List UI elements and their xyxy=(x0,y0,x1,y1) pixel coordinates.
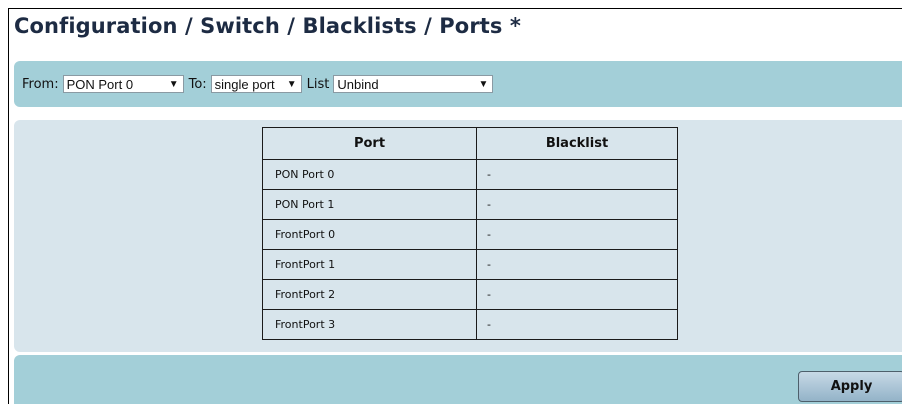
port-cell: FrontPort 2 xyxy=(262,279,477,310)
blacklist-cell: - xyxy=(476,189,678,220)
apply-button[interactable]: Apply xyxy=(798,371,902,402)
table-header-row: Port Blacklist xyxy=(262,127,678,160)
from-select[interactable]: PON Port 0 ▼ xyxy=(62,75,184,93)
port-cell: FrontPort 1 xyxy=(262,249,477,280)
filter-controls: From: PON Port 0 ▼ To: single port ▼ Lis… xyxy=(22,74,498,94)
list-label: List xyxy=(306,76,330,92)
from-select-value: PON Port 0 xyxy=(66,76,134,92)
list-select[interactable]: Unbind ▼ xyxy=(333,75,494,93)
list-select-value: Unbind xyxy=(337,76,379,92)
blacklist-cell: - xyxy=(476,279,678,310)
column-header-blacklist: Blacklist xyxy=(476,127,678,160)
blacklist-cell: - xyxy=(476,159,678,190)
page-title: Configuration / Switch / Blacklists / Po… xyxy=(14,14,522,38)
port-cell: PON Port 0 xyxy=(262,159,477,190)
table-row: FrontPort 2 - xyxy=(262,279,678,310)
blacklist-cell: - xyxy=(476,249,678,280)
port-cell: FrontPort 0 xyxy=(262,219,477,250)
action-bar: Apply xyxy=(14,355,902,404)
blacklist-cell: - xyxy=(476,309,678,340)
port-cell: PON Port 1 xyxy=(262,189,477,220)
filter-bar: From: PON Port 0 ▼ To: single port ▼ Lis… xyxy=(14,61,902,107)
blacklist-content: Port Blacklist PON Port 0 - PON Port 1 -… xyxy=(14,120,902,352)
to-select-value: single port xyxy=(214,76,275,92)
from-label: From: xyxy=(22,76,59,92)
blacklist-cell: - xyxy=(476,219,678,250)
table-row: PON Port 1 - xyxy=(262,189,678,220)
table-row: FrontPort 0 - xyxy=(262,219,678,250)
port-cell: FrontPort 3 xyxy=(262,309,477,340)
table-row: FrontPort 1 - xyxy=(262,249,678,280)
chevron-down-icon: ▼ xyxy=(286,78,297,90)
ports-table: Port Blacklist PON Port 0 - PON Port 1 -… xyxy=(262,127,678,340)
table-row: PON Port 0 - xyxy=(262,159,678,190)
page-frame: Configuration / Switch / Blacklists / Po… xyxy=(8,8,902,404)
chevron-down-icon: ▼ xyxy=(478,78,489,90)
chevron-down-icon: ▼ xyxy=(168,78,179,90)
table-row: FrontPort 3 - xyxy=(262,309,678,340)
to-label: To: xyxy=(188,76,207,92)
column-header-port: Port xyxy=(262,127,477,160)
to-select[interactable]: single port ▼ xyxy=(210,75,302,93)
